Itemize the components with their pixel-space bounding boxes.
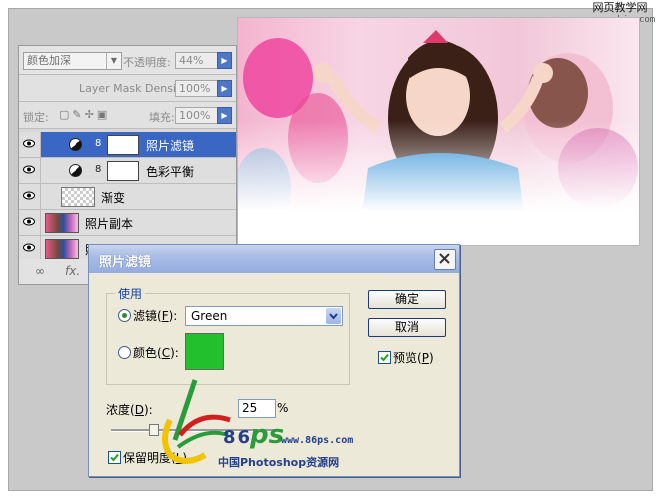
opacity-input[interactable]: 44%	[175, 52, 218, 69]
close-button[interactable]	[434, 249, 456, 270]
logo-number: 86	[223, 427, 253, 448]
preview-label: 预览(P)	[393, 351, 434, 365]
chevron-down-icon	[326, 308, 341, 324]
visibility-toggle[interactable]	[19, 236, 41, 261]
photo-image	[238, 18, 639, 245]
dialog-title-bar: 照片滤镜	[89, 245, 459, 273]
logo-ps: ps	[250, 420, 285, 450]
blend-row: 颜色加深 ▼ 不透明度: 44% ▶	[19, 46, 236, 75]
layer-row-photo-copy[interactable]: 照片副本	[19, 210, 236, 236]
link-icon: 8	[95, 164, 102, 175]
close-icon	[439, 253, 450, 264]
dialog-title: 照片滤镜	[99, 255, 152, 270]
photo-preview	[237, 17, 640, 246]
watermark-title: 网页教学网	[592, 1, 648, 14]
group-label: 使用	[115, 285, 146, 302]
color-radio[interactable]	[118, 346, 131, 359]
layer-row-gradient[interactable]: 渐变	[19, 184, 236, 210]
filter-select-value: Green	[191, 309, 228, 323]
opacity-label: 不透明度:	[123, 56, 171, 69]
ok-button[interactable]: 确定	[368, 290, 446, 309]
density-label: 浓度(D):	[106, 403, 153, 417]
logo-url: www.86ps.com	[281, 435, 354, 446]
visibility-toggle[interactable]	[19, 158, 41, 183]
layer-name: 照片滤镜	[146, 139, 195, 153]
density-unit: %	[277, 401, 289, 415]
check-icon	[380, 353, 389, 362]
lock-label: 锁定:	[23, 111, 49, 124]
density-row: Layer Mask Density 100% ▶	[19, 75, 236, 102]
mask-thumbnail	[107, 135, 139, 155]
layer-row-color-balance[interactable]: 8 色彩平衡	[19, 158, 236, 184]
eye-icon	[23, 139, 35, 148]
mask-thumbnail	[107, 161, 139, 181]
lock-row: 锁定: ▢✎✢▣ 填充: 100% ▶	[19, 102, 236, 129]
density-input[interactable]: 100%	[175, 80, 218, 97]
blend-mode-value: 颜色加深	[27, 54, 71, 67]
visibility-toggle[interactable]	[19, 210, 41, 235]
layer-name: 照片副本	[85, 217, 134, 231]
chevron-down-icon: ▼	[106, 53, 121, 69]
lock-icons[interactable]: ▢✎✢▣	[59, 108, 110, 121]
density-arrow-button[interactable]: ▶	[217, 80, 232, 97]
layer-thumbnail	[45, 213, 79, 233]
density-label: Layer Mask Density	[79, 82, 187, 95]
fill-arrow-button[interactable]: ▶	[217, 107, 232, 124]
filter-radio[interactable]	[118, 309, 131, 322]
adjustment-icon	[69, 138, 82, 151]
filter-label: 滤镜(F):	[133, 309, 178, 323]
layer-row-photo-filter[interactable]: 8 照片滤镜	[19, 132, 236, 158]
layer-thumbnail	[45, 239, 79, 259]
eye-icon	[23, 243, 35, 252]
visibility-toggle[interactable]	[19, 132, 41, 157]
eye-icon	[23, 191, 35, 200]
logo-caption: 中国Photoshop资源网	[218, 456, 340, 469]
layer-name: 渐变	[101, 191, 126, 205]
layer-thumbnail	[61, 187, 95, 207]
opacity-arrow-button[interactable]: ▶	[217, 52, 232, 69]
fill-label: 填充:	[149, 111, 175, 124]
fx-icon[interactable]: fx.	[65, 264, 80, 278]
adjustment-icon	[69, 164, 82, 177]
eye-icon	[23, 165, 35, 174]
fill-input[interactable]: 100%	[175, 107, 218, 124]
link-icon: 8	[95, 138, 102, 149]
eye-icon	[23, 217, 35, 226]
layer-name: 色彩平衡	[146, 165, 195, 179]
color-label: 颜色(C):	[133, 346, 179, 360]
check-icon	[110, 453, 119, 462]
blend-mode-select[interactable]: 颜色加深 ▼	[23, 52, 122, 70]
preserve-luminosity-checkbox[interactable]	[108, 451, 121, 464]
preview-checkbox[interactable]	[378, 351, 391, 364]
cancel-button[interactable]: 取消	[368, 318, 446, 337]
visibility-toggle[interactable]	[19, 184, 41, 209]
link-layers-icon[interactable]: ∞	[35, 264, 45, 278]
filter-select[interactable]: Green	[185, 306, 343, 326]
